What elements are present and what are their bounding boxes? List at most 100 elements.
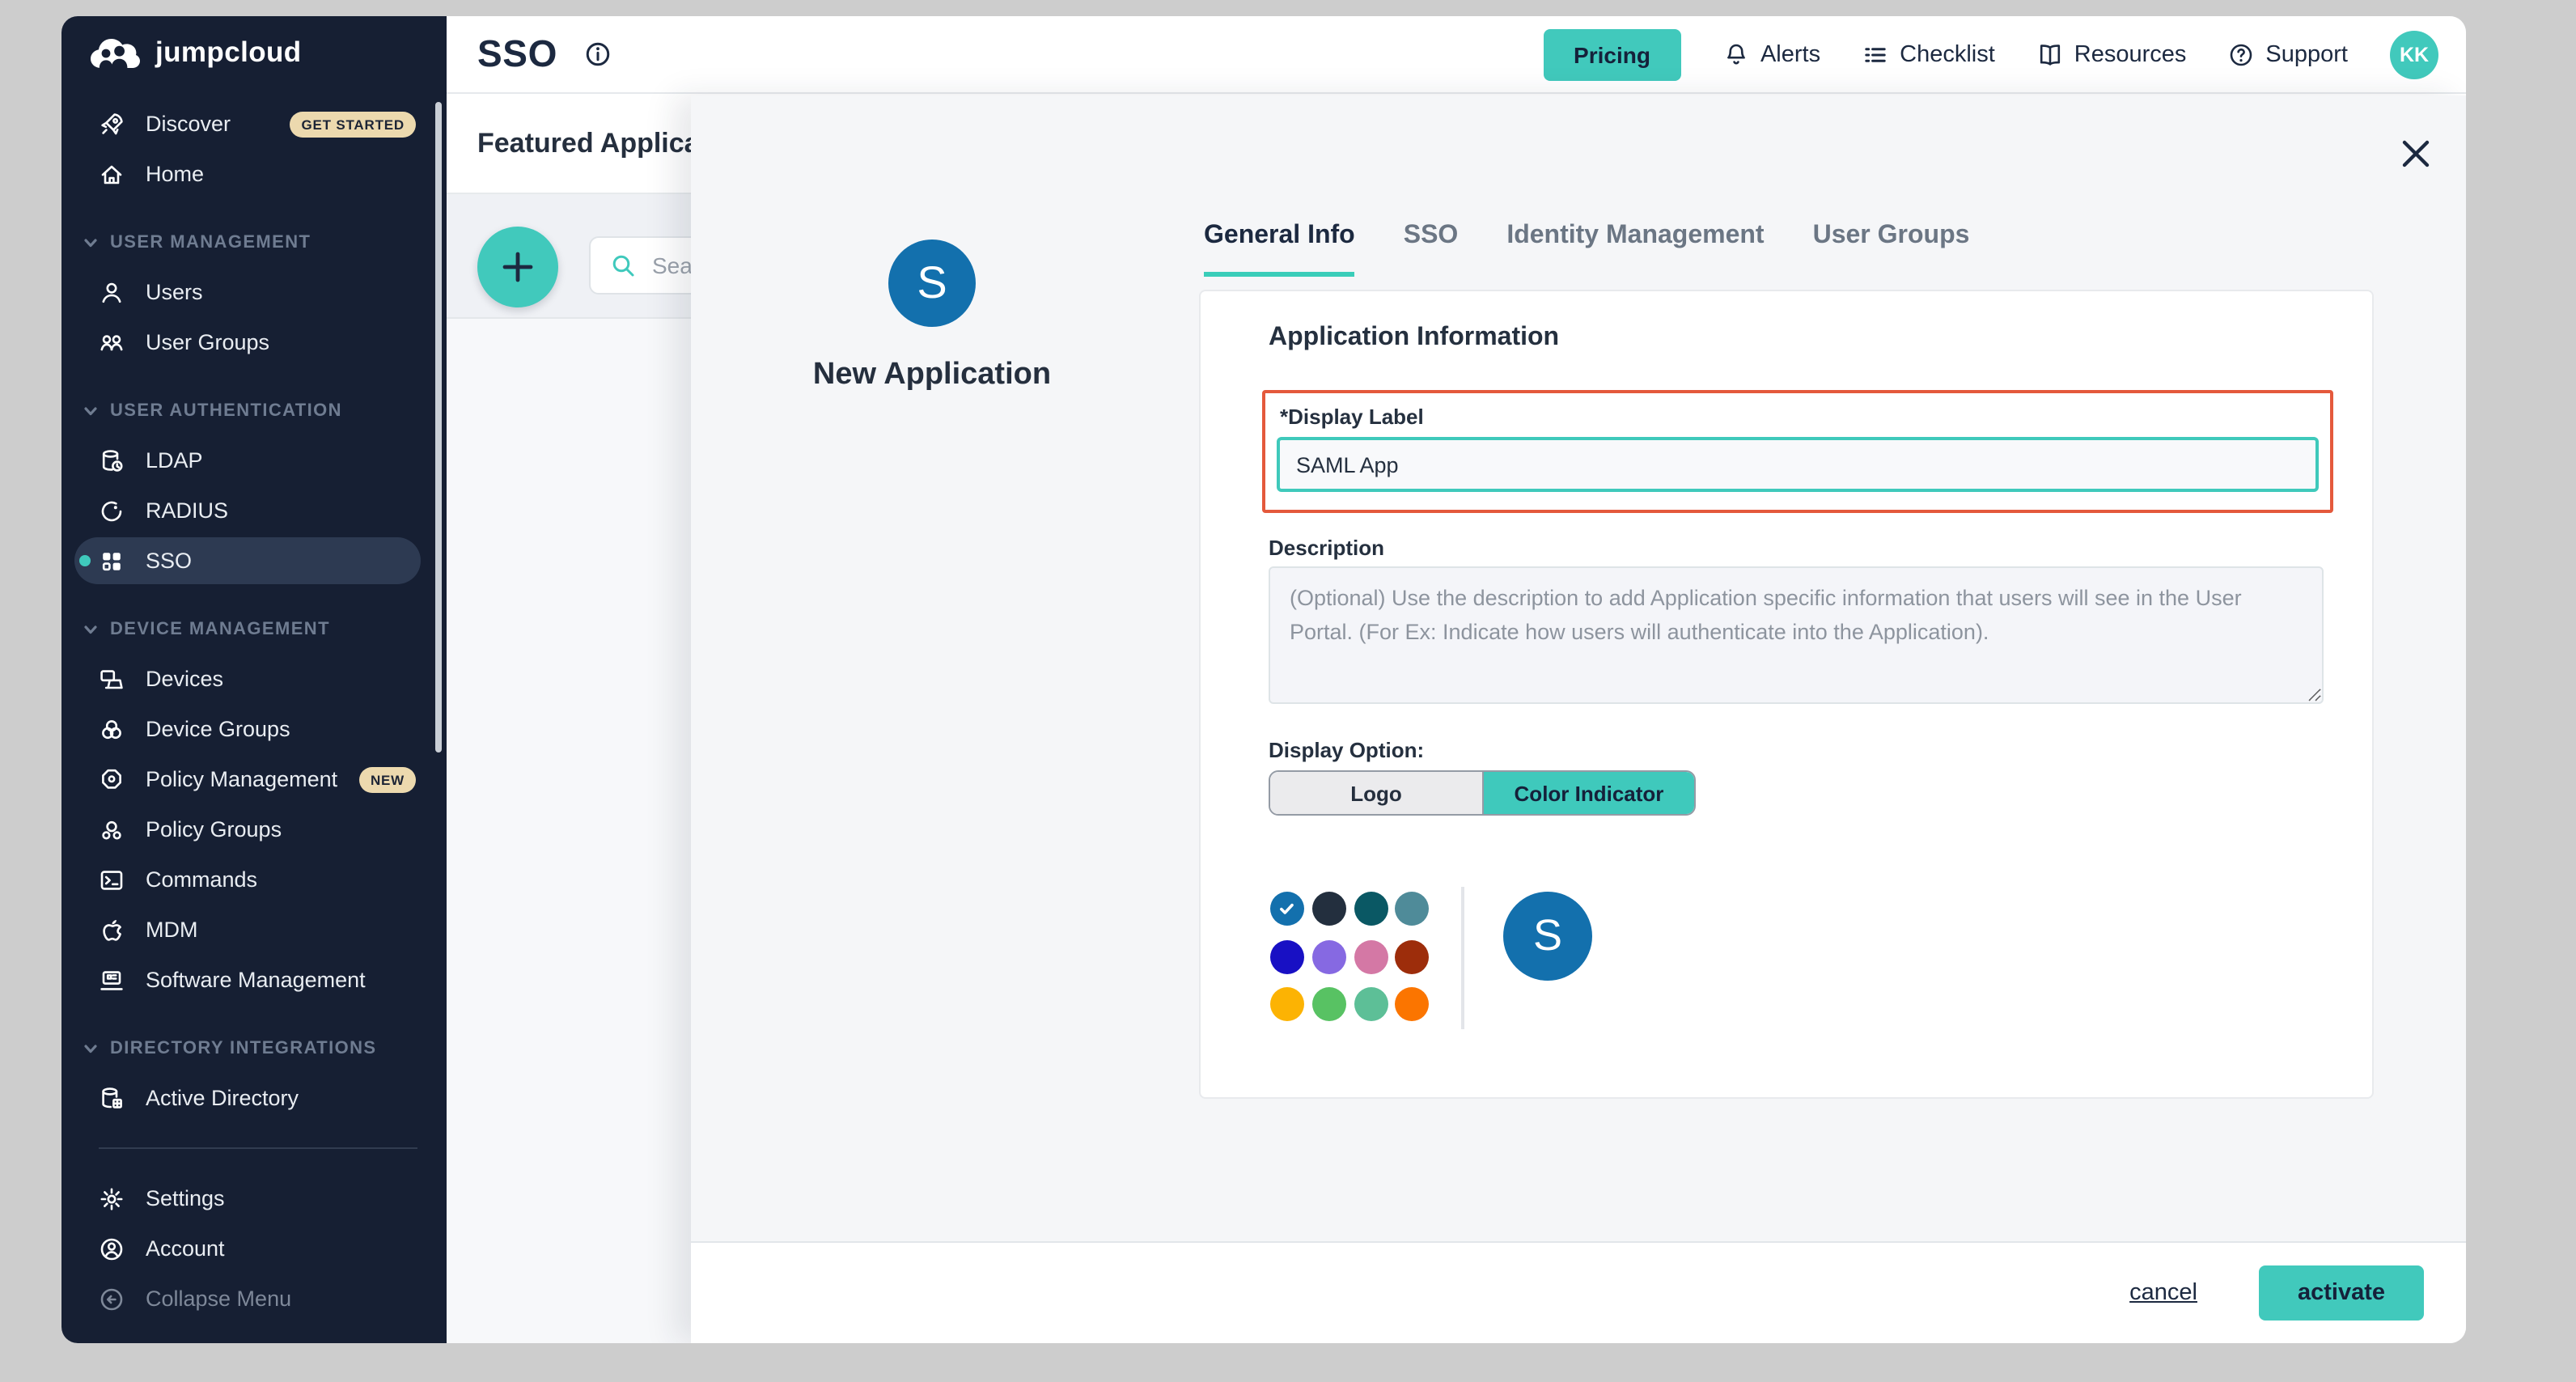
sidebar-item-account[interactable]: Account	[61, 1223, 447, 1274]
display-option-color-indicator[interactable]: Color Indicator	[1482, 772, 1694, 814]
tab-identity-management[interactable]: Identity Management	[1506, 222, 1764, 277]
sidebar-item-home[interactable]: Home	[61, 149, 447, 199]
sidebar-section-user-management[interactable]: USER MANAGEMENT	[61, 217, 447, 267]
color-swatch-rust[interactable]	[1396, 939, 1430, 973]
color-swatch-orange[interactable]	[1396, 987, 1430, 1021]
card-heading: Application Information	[1269, 324, 1559, 353]
sidebar-section-device-management[interactable]: DEVICE MANAGEMENT	[61, 604, 447, 654]
color-swatch-amber[interactable]	[1270, 987, 1304, 1021]
sidebar-item-label: Commands	[146, 867, 257, 892]
color-swatch-mint[interactable]	[1354, 987, 1388, 1021]
sidebar-section-user-authentication[interactable]: USER AUTHENTICATION	[61, 385, 447, 435]
sidebar-item-policy-management[interactable]: Policy ManagementNEW	[61, 754, 447, 804]
sidebar-nav: DiscoverGET STARTED Home USER MANAGEMENT Us…	[61, 99, 447, 1324]
jumpcloud-logo-text: jumpcloud	[155, 35, 302, 69]
database-windows-icon	[99, 1085, 125, 1111]
header-item-label: Support	[2265, 41, 2348, 67]
header-item-group: Alerts Checklist Resources Support	[1723, 41, 2348, 67]
chevron-down-icon	[83, 234, 99, 250]
color-swatch-green[interactable]	[1312, 987, 1346, 1021]
new-application-drawer: S New Application General Info SSO Identit…	[691, 95, 2466, 1343]
sidebar-item-policy-groups[interactable]: Policy Groups	[61, 804, 447, 854]
color-swatch-purple[interactable]	[1312, 939, 1346, 973]
header-item-resources[interactable]: Resources	[2037, 41, 2187, 67]
sidebar-item-user-groups[interactable]: User Groups	[61, 317, 447, 367]
sidebar-item-software-management[interactable]: Software Management	[61, 955, 447, 1005]
sidebar-item-ldap[interactable]: LDAP	[61, 435, 447, 485]
sidebar-item-sso[interactable]: SSO	[61, 536, 447, 586]
terminal-icon	[99, 867, 125, 892]
add-application-button[interactable]	[477, 227, 558, 307]
user-icon	[99, 279, 125, 305]
sidebar-item-commands[interactable]: Commands	[61, 854, 447, 905]
radius-icon	[99, 498, 125, 524]
description-textarea[interactable]	[1269, 566, 2324, 704]
sidebar-item-label: Software Management	[146, 968, 366, 992]
tab-user-groups[interactable]: User Groups	[1813, 222, 1970, 277]
sidebar-item-device-groups[interactable]: Device Groups	[61, 704, 447, 754]
avatar[interactable]: KK	[2390, 30, 2438, 78]
sidebar-item-mdm[interactable]: MDM	[61, 905, 447, 955]
display-label-highlight: *Display Label	[1262, 390, 2333, 513]
top-header: SSO Pricing AlertsChecklistResourcesSupp…	[447, 16, 2466, 94]
tab-sso[interactable]: SSO	[1404, 222, 1459, 277]
header-item-alerts[interactable]: Alerts	[1723, 41, 1820, 67]
sidebar-item-users[interactable]: Users	[61, 267, 447, 317]
sidebar-item-label: Active Directory	[146, 1086, 299, 1110]
activate-button[interactable]: activate	[2259, 1265, 2424, 1321]
check-icon	[1277, 898, 1298, 919]
sidebar-item-label: Settings	[146, 1186, 225, 1210]
color-swatch-steel-teal[interactable]	[1396, 892, 1430, 926]
drawer-tabs: General Info SSO Identity Management User G…	[1204, 222, 1969, 277]
sidebar-item-label: Account	[146, 1236, 225, 1261]
sidebar-item-active-directory[interactable]: Active Directory	[61, 1073, 447, 1123]
description-label: Description	[1269, 536, 1384, 560]
sidebar-scrollbar-thumb[interactable]	[435, 102, 442, 752]
collapse-icon	[99, 1286, 125, 1312]
header-item-checklist[interactable]: Checklist	[1862, 41, 1995, 67]
sidebar-item-label: Users	[146, 280, 203, 304]
venn-icon	[99, 716, 125, 742]
application-information-card: Application Information *Display Label D…	[1199, 290, 2374, 1099]
color-swatch-royal-blue[interactable]	[1270, 939, 1304, 973]
rocket-icon	[99, 111, 125, 137]
sidebar-section-label: DEVICE MANAGEMENT	[110, 619, 330, 638]
sidebar-item-settings[interactable]: Settings	[61, 1173, 447, 1223]
sidebar-item-devices[interactable]: Devices	[61, 654, 447, 704]
tab-general-info[interactable]: General Info	[1204, 222, 1355, 277]
jumpcloud-logo[interactable]: jumpcloud	[87, 34, 302, 70]
screenshot-stage: jumpcloud DiscoverGET STARTED Home USER MA…	[0, 0, 2576, 1382]
color-swatch-blue[interactable]	[1270, 892, 1304, 926]
sidebar-section-directory-integrations[interactable]: DIRECTORY INTEGRATIONS	[61, 1023, 447, 1073]
pricing-button[interactable]: Pricing	[1543, 28, 1681, 80]
sidebar-item-label: Home	[146, 162, 204, 186]
checklist-icon	[1862, 41, 1888, 67]
sidebar-item-radius[interactable]: RADIUS	[61, 485, 447, 536]
database-clock-icon	[99, 447, 125, 473]
home-icon	[99, 161, 125, 187]
policy-group-icon	[99, 816, 125, 842]
apple-icon	[99, 917, 125, 943]
swatch-preview-divider	[1461, 887, 1464, 1029]
sidebar-item-label: Policy Management	[146, 767, 337, 791]
sidebar-section-label: USER AUTHENTICATION	[110, 401, 342, 420]
header-item-label: Resources	[2074, 41, 2187, 67]
chevron-down-icon	[83, 1040, 99, 1056]
sidebar-item-collapse-menu[interactable]: Collapse Menu	[61, 1274, 447, 1324]
display-label-input[interactable]	[1277, 437, 2319, 492]
question-circle-icon	[2228, 41, 2254, 67]
color-swatch-pink[interactable]	[1354, 939, 1388, 973]
color-swatch-dark-teal[interactable]	[1354, 892, 1388, 926]
header-item-support[interactable]: Support	[2228, 41, 2348, 67]
sidebar-item-label: MDM	[146, 918, 198, 942]
drawer-footer: cancel activate	[691, 1241, 2466, 1343]
close-icon[interactable]	[2398, 136, 2434, 172]
sidebar-item-discover[interactable]: DiscoverGET STARTED	[61, 99, 447, 149]
color-swatch-dark-navy[interactable]	[1312, 892, 1346, 926]
sidebar: jumpcloud DiscoverGET STARTED Home USER MA…	[61, 16, 447, 1343]
info-icon[interactable]	[585, 40, 612, 68]
application-identity: S New Application	[730, 95, 1134, 393]
cancel-button[interactable]: cancel	[2129, 1280, 2197, 1306]
display-option-logo[interactable]: Logo	[1270, 772, 1482, 814]
application-icon-circle: S	[888, 240, 976, 327]
